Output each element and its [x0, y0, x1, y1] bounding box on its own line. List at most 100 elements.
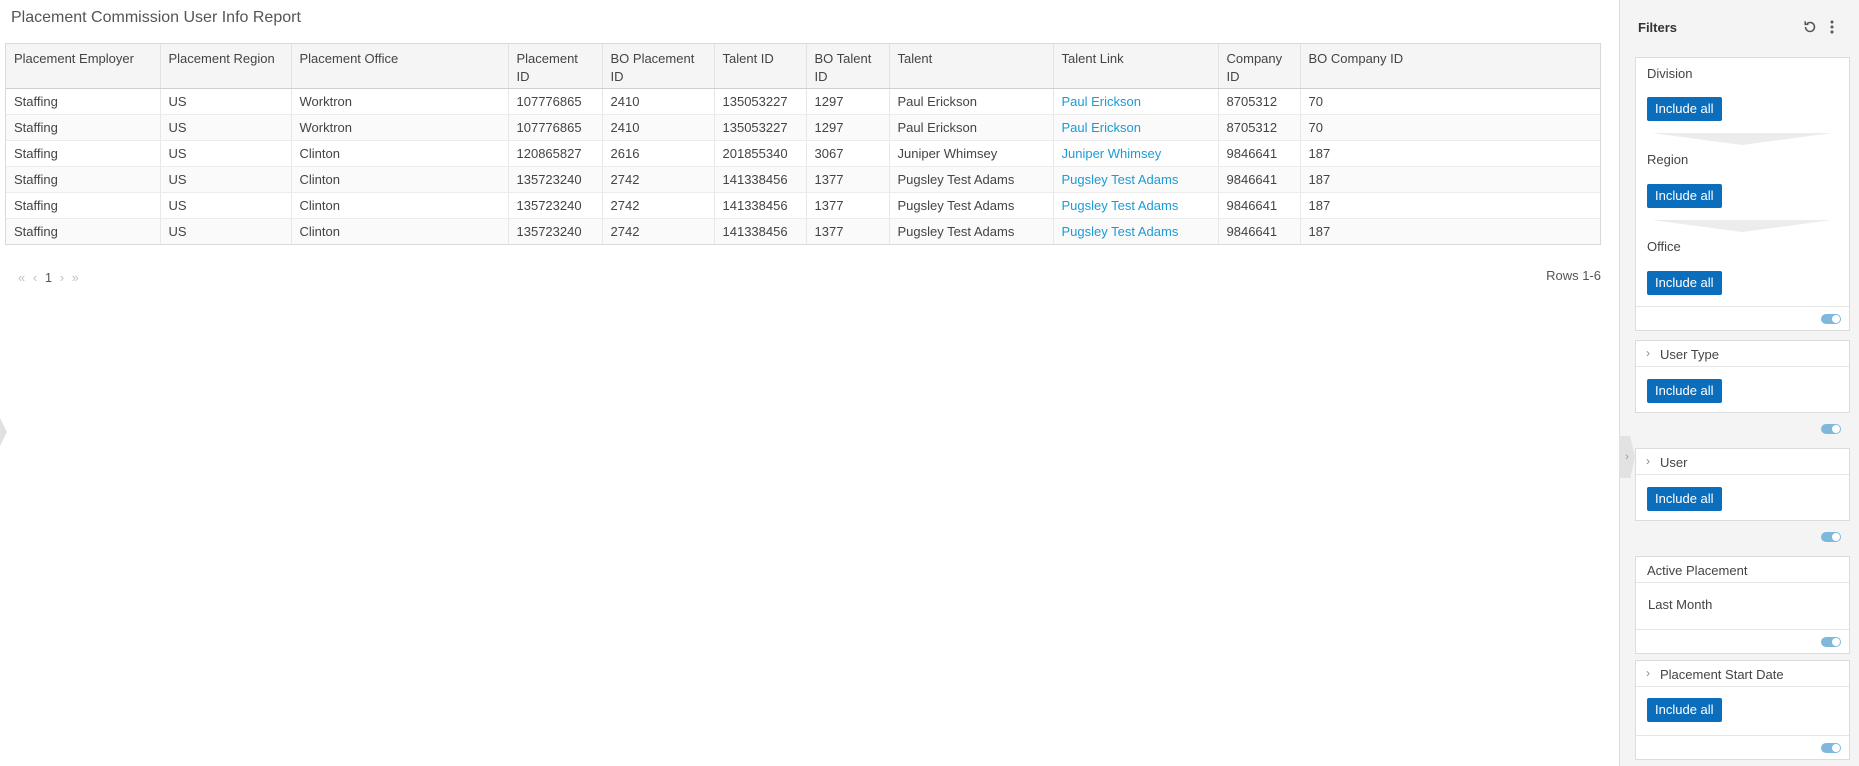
table-cell: Staffing	[6, 166, 161, 193]
table-cell: 1377	[806, 218, 890, 244]
filter-toggle[interactable]	[1821, 637, 1841, 647]
division-filter-label: Division	[1647, 66, 1693, 81]
column-header[interactable]: Talent ID	[714, 44, 807, 89]
talent-link[interactable]: Paul Erickson	[1053, 88, 1219, 115]
table-cell: Juniper Whimsey	[889, 140, 1054, 167]
table-cell: 9846641	[1218, 192, 1301, 219]
cascade-arrow-icon	[1652, 220, 1832, 232]
panel-footer	[1636, 525, 1849, 549]
talent-link[interactable]: Juniper Whimsey	[1053, 140, 1219, 167]
table-cell: 1297	[806, 88, 890, 115]
column-header[interactable]: Placement Office	[291, 44, 509, 89]
table-cell: US	[160, 88, 292, 115]
talent-link[interactable]: Pugsley Test Adams	[1053, 218, 1219, 244]
last-page-icon[interactable]: »	[72, 270, 79, 285]
user-include-all-button[interactable]: Include all	[1647, 487, 1722, 511]
table-cell: Staffing	[6, 192, 161, 219]
report-table[interactable]: Placement Employer Placement Region Placem…	[5, 43, 1601, 245]
table-body: Staffing US Worktron 107776865 2410 135053227…	[6, 88, 1600, 244]
table-cell: 141338456	[714, 166, 807, 193]
table-cell: 141338456	[714, 192, 807, 219]
talent-link[interactable]: Pugsley Test Adams	[1053, 192, 1219, 219]
user-filter-label[interactable]: User	[1660, 455, 1687, 470]
active-placement-filter-panel: Active Placement Last Month	[1635, 556, 1850, 654]
table-row[interactable]: Staffing US Clinton 135723240 2742 141338456 1…	[6, 192, 1600, 219]
table-cell: Staffing	[6, 114, 161, 141]
office-filter-label: Office	[1647, 239, 1681, 254]
talent-link[interactable]: Pugsley Test Adams	[1053, 166, 1219, 193]
table-cell: 135723240	[508, 192, 603, 219]
report-area: Placement Commission User Info Report Pl…	[0, 0, 1619, 766]
location-filter-panel: Division Include all Region Include all …	[1635, 57, 1850, 331]
filters-title: Filters	[1638, 20, 1678, 35]
column-header[interactable]: Placement Region	[160, 44, 292, 89]
table-row[interactable]: Staffing US Worktron 107776865 2410 135053227…	[6, 88, 1600, 115]
chevron-right-icon[interactable]: ›	[1646, 454, 1650, 468]
table-cell: 9846641	[1218, 166, 1301, 193]
table-cell: 1377	[806, 192, 890, 219]
filters-sidebar: › Filters Division Include all Region In…	[1619, 0, 1859, 766]
table-row[interactable]: Staffing US Clinton 135723240 2742 141338456 1…	[6, 218, 1600, 244]
table-cell: 2616	[602, 140, 715, 167]
table-cell: 135053227	[714, 88, 807, 115]
left-panel-tab[interactable]	[0, 418, 7, 446]
chevron-right-icon[interactable]: ›	[1646, 346, 1650, 360]
table-cell: Worktron	[291, 88, 509, 115]
filter-toggle[interactable]	[1821, 424, 1841, 434]
placement-start-date-filter-label[interactable]: Placement Start Date	[1660, 667, 1784, 682]
first-page-icon[interactable]: «	[18, 270, 25, 285]
talent-link[interactable]: Paul Erickson	[1053, 114, 1219, 141]
office-include-all-button[interactable]: Include all	[1647, 271, 1722, 295]
column-header[interactable]: Company ID	[1218, 44, 1301, 89]
reset-icon[interactable]	[1801, 18, 1819, 36]
table-cell: Clinton	[291, 218, 509, 244]
filter-toggle[interactable]	[1821, 314, 1841, 324]
divider	[1636, 366, 1849, 367]
rows-count: Rows 1-6	[1546, 268, 1601, 283]
table-cell: Clinton	[291, 192, 509, 219]
region-include-all-button[interactable]: Include all	[1647, 184, 1722, 208]
column-header[interactable]: BO Company ID	[1300, 44, 1600, 89]
filter-toggle[interactable]	[1821, 743, 1841, 753]
table-cell: 135053227	[714, 114, 807, 141]
column-header[interactable]: BO Talent ID	[806, 44, 890, 89]
filter-toggle[interactable]	[1821, 532, 1841, 542]
table-row[interactable]: Staffing US Worktron 107776865 2410 135053227…	[6, 114, 1600, 141]
chevron-right-icon[interactable]: ›	[1646, 666, 1650, 680]
user-type-include-all-button[interactable]: Include all	[1647, 379, 1722, 403]
table-cell: Paul Erickson	[889, 114, 1054, 141]
column-header[interactable]: Placement ID	[508, 44, 603, 89]
current-page-number[interactable]: 1	[45, 270, 52, 285]
table-cell: 2410	[602, 88, 715, 115]
table-cell: 187	[1300, 166, 1600, 193]
column-header[interactable]: BO Placement ID	[602, 44, 715, 89]
column-header[interactable]: Talent	[889, 44, 1054, 89]
table-cell: 2410	[602, 114, 715, 141]
table-cell: 1297	[806, 114, 890, 141]
placement-start-date-include-all-button[interactable]: Include all	[1647, 698, 1722, 722]
table-row[interactable]: Staffing US Clinton 120865827 2616 201855340 3…	[6, 140, 1600, 167]
table-cell: 187	[1300, 140, 1600, 167]
table-cell: 135723240	[508, 218, 603, 244]
column-header[interactable]: Placement Employer	[6, 44, 161, 89]
user-type-filter-label[interactable]: User Type	[1660, 347, 1719, 362]
division-include-all-button[interactable]: Include all	[1647, 97, 1722, 121]
next-page-icon[interactable]: ›	[60, 270, 64, 285]
table-cell: 8705312	[1218, 88, 1301, 115]
table-cell: 201855340	[714, 140, 807, 167]
prev-page-icon[interactable]: ‹	[33, 270, 37, 285]
active-placement-value[interactable]: Last Month	[1648, 597, 1712, 612]
table-cell: Staffing	[6, 88, 161, 115]
table-cell: Paul Erickson	[889, 88, 1054, 115]
region-filter-label: Region	[1647, 152, 1689, 167]
column-header[interactable]: Talent Link	[1053, 44, 1219, 89]
cascade-arrow-icon	[1652, 133, 1832, 145]
more-vertical-icon[interactable]	[1826, 18, 1838, 36]
table-cell: 9846641	[1218, 218, 1301, 244]
table-row[interactable]: Staffing US Clinton 135723240 2742 141338456 1…	[6, 166, 1600, 193]
table-cell: 70	[1300, 114, 1600, 141]
collapse-sidebar-icon[interactable]: ›	[1619, 436, 1635, 478]
table-cell: Clinton	[291, 140, 509, 167]
panel-footer	[1636, 629, 1849, 653]
user-filter-panel: › User Include all	[1635, 448, 1850, 542]
